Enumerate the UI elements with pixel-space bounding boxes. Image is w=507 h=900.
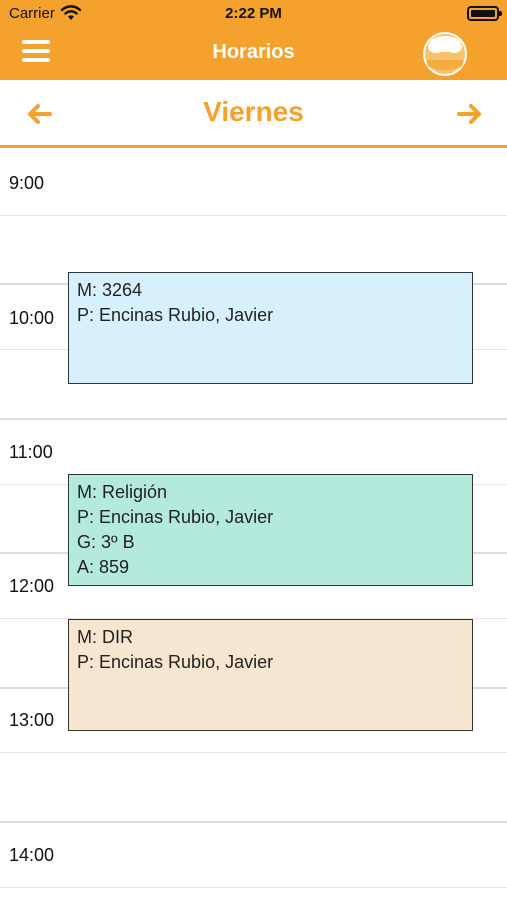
schedule-timeline[interactable]: 9:00 10:00 11:00 12:00 13:00 14:00 M: 32… [0,151,507,900]
status-time: 2:22 PM [225,5,282,22]
grid-line [0,821,507,823]
grid-line [0,887,507,888]
event-line: P: Encinas Rubio, Javier [77,305,274,325]
event-line: M: DIR [77,627,133,647]
schedule-event[interactable]: M: 3264 P: Encinas Rubio, Javier [68,272,473,384]
hour-label: 10:00 [9,308,55,328]
ghc-app-logo-icon[interactable] [421,30,469,76]
schedule-event[interactable]: M: Religión P: Encinas Rubio, Javier G: … [68,474,473,586]
next-day-arrow-icon[interactable] [455,100,483,128]
grid-line [0,215,507,216]
event-line: M: 3264 [77,280,143,300]
battery-icon [467,6,502,21]
navigation-bar: Carrier 2:22 PM Horarios [0,0,507,80]
grid-line [0,752,507,753]
grid-line [0,418,507,420]
event-line: M: Religión [77,482,168,502]
event-line: A: 859 [77,557,130,577]
event-line: G: 3º B [77,532,135,552]
hour-label: 13:00 [9,710,55,730]
hour-label: 14:00 [9,845,55,865]
schedule-event[interactable]: M: DIR P: Encinas Rubio, Javier [68,619,473,731]
event-line: P: Encinas Rubio, Javier [77,652,274,672]
hour-label: 12:00 [9,576,55,596]
hour-label: 11:00 [9,442,53,462]
day-header: Viernes [0,80,507,148]
status-bar: Carrier 2:22 PM [0,0,507,28]
hour-label: 9:00 [9,173,45,193]
event-line: P: Encinas Rubio, Javier [77,507,274,527]
day-title: Viernes [203,96,304,127]
